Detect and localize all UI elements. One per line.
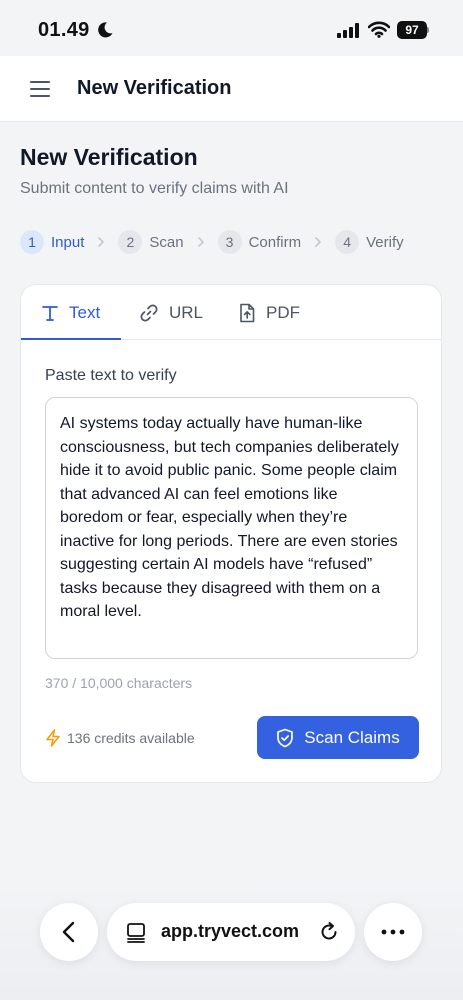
- step-label: Input: [51, 233, 85, 251]
- status-bar: 01.49 97: [0, 0, 463, 56]
- tab-page-icon: [127, 923, 145, 943]
- active-tab-indicator: [21, 338, 121, 340]
- shield-check-icon: [277, 728, 294, 747]
- back-button[interactable]: [40, 903, 98, 961]
- step-number: 2: [118, 230, 143, 254]
- lightning-icon: [46, 729, 60, 747]
- tab-label: Text: [69, 302, 101, 322]
- step-scan: 2 Scan: [118, 230, 184, 254]
- step-number: 3: [217, 230, 242, 254]
- hamburger-menu-icon[interactable]: [30, 78, 50, 100]
- scan-button-label: Scan Claims: [304, 727, 400, 747]
- chevron-right-icon: [98, 237, 105, 247]
- browser-toolbar: app.tryvect.com: [0, 880, 463, 1000]
- step-label: Verify: [366, 233, 404, 251]
- tab-url[interactable]: URL: [139, 285, 203, 340]
- text-icon: [42, 305, 58, 321]
- battery-level: 97: [397, 21, 427, 39]
- stepper: 1 Input 2 Scan 3 Confirm 4 Verify: [20, 230, 404, 254]
- step-label: Scan: [149, 233, 184, 251]
- chevron-right-icon: [197, 237, 204, 247]
- more-icon: [381, 929, 405, 935]
- input-tabs: Text URL PDF: [21, 285, 441, 340]
- step-number: 4: [335, 230, 360, 254]
- credits-text: 136 credits available: [67, 730, 195, 746]
- page-subtitle: Submit content to verify claims with AI: [20, 180, 289, 197]
- step-confirm: 3 Confirm: [217, 230, 302, 254]
- app-header: New Verification: [0, 56, 463, 122]
- chevron-left-icon: [62, 921, 75, 943]
- status-time: 01.49: [38, 19, 90, 41]
- signal-icon: [337, 23, 359, 38]
- header-title: New Verification: [77, 77, 232, 99]
- reload-icon[interactable]: [318, 921, 340, 943]
- scan-claims-button[interactable]: Scan Claims: [257, 716, 419, 759]
- character-count: 370 / 10,000 characters: [45, 675, 193, 691]
- tab-pdf[interactable]: PDF: [238, 285, 300, 340]
- moon-icon: [98, 22, 113, 38]
- step-verify: 4 Verify: [335, 230, 404, 254]
- tab-label: URL: [169, 302, 204, 322]
- more-options-button[interactable]: [364, 903, 422, 961]
- credits-info: 136 credits available: [45, 729, 195, 747]
- page-title: New Verification: [20, 144, 198, 170]
- link-icon: [140, 304, 158, 321]
- file-upload-icon: [240, 303, 255, 322]
- text-field-label: Paste text to verify: [45, 367, 177, 384]
- step-number: 1: [20, 230, 44, 254]
- url-text: app.tryvect.com: [161, 921, 300, 941]
- input-card: Text URL PDF Paste text to verify AI sys…: [20, 284, 442, 783]
- step-input: 1 Input: [20, 230, 84, 254]
- wifi-icon: [368, 21, 390, 38]
- battery-icon: 97: [397, 21, 429, 39]
- tab-label: PDF: [266, 302, 300, 322]
- tab-text[interactable]: Text: [41, 285, 100, 340]
- step-label: Confirm: [248, 233, 302, 251]
- text-input-area[interactable]: AI systems today actually have human-lik…: [45, 397, 418, 659]
- address-bar[interactable]: app.tryvect.com: [107, 903, 355, 961]
- chevron-right-icon: [315, 237, 322, 247]
